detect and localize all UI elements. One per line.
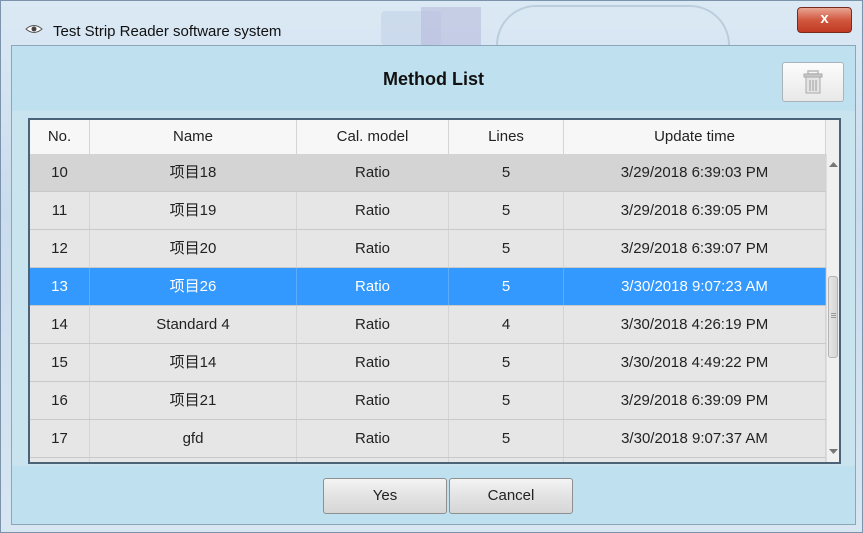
title-bar-background-decoration — [496, 5, 730, 47]
table-cell — [297, 458, 449, 462]
scroll-down-arrow-icon[interactable] — [829, 448, 838, 454]
grip-icon — [831, 313, 836, 314]
column-header-update-time[interactable]: Update time — [564, 120, 826, 154]
cell-no: 15 — [30, 344, 90, 381]
cell-cal-model: Ratio — [297, 268, 449, 305]
cell-no: 14 — [30, 306, 90, 343]
dialog-header: Method List — [12, 46, 855, 111]
cell-cal-model: Ratio — [297, 420, 449, 457]
dialog-title: Method List — [383, 69, 484, 89]
cell-cal-model: Ratio — [297, 230, 449, 267]
cell-update-time: 3/30/2018 4:26:19 PM — [564, 306, 826, 343]
cell-update-time: 3/29/2018 6:39:07 PM — [564, 230, 826, 267]
table-cell — [564, 458, 826, 462]
table-row[interactable]: 12 项目20 Ratio 5 3/29/2018 6:39:07 PM — [30, 230, 826, 268]
table-cell — [30, 458, 90, 462]
trash-icon — [803, 70, 823, 94]
cell-name: 项目18 — [90, 154, 297, 191]
scroll-up-arrow-icon[interactable] — [829, 162, 838, 168]
table-row[interactable] — [30, 458, 826, 462]
column-header-name[interactable]: Name — [90, 120, 297, 154]
cancel-button[interactable]: Cancel — [449, 478, 573, 514]
cell-no: 11 — [30, 192, 90, 229]
cell-name: 项目21 — [90, 382, 297, 419]
cell-cal-model: Ratio — [297, 382, 449, 419]
table-row[interactable]: 14 Standard 4 Ratio 4 3/30/2018 4:26:19 PM — [30, 306, 826, 344]
cell-lines: 4 — [449, 306, 564, 343]
table-cell — [449, 458, 564, 462]
yes-button[interactable]: Yes — [323, 478, 447, 514]
table-row[interactable]: 16 项目21 Ratio 5 3/29/2018 6:39:09 PM — [30, 382, 826, 420]
cell-lines: 5 — [449, 382, 564, 419]
column-header-cal-model[interactable]: Cal. model — [297, 120, 449, 154]
cell-no: 10 — [30, 154, 90, 191]
cell-cal-model: Ratio — [297, 344, 449, 381]
cell-update-time: 3/30/2018 9:07:23 AM — [564, 268, 826, 305]
cell-cal-model: Ratio — [297, 306, 449, 343]
scrollbar-thumb[interactable] — [828, 276, 838, 358]
cell-lines: 5 — [449, 230, 564, 267]
cell-name: gfd — [90, 420, 297, 457]
cell-name: 项目19 — [90, 192, 297, 229]
close-button[interactable]: x — [797, 7, 852, 33]
table-row[interactable]: 11 项目19 Ratio 5 3/29/2018 6:39:05 PM — [30, 192, 826, 230]
table-cell — [90, 458, 297, 462]
column-header-lines[interactable]: Lines — [449, 120, 564, 154]
vertical-scrollbar[interactable] — [826, 154, 839, 462]
method-table: No. Name Cal. model Lines Update time 10… — [28, 118, 841, 464]
cell-lines: 5 — [449, 420, 564, 457]
cell-name: 项目14 — [90, 344, 297, 381]
delete-button[interactable] — [782, 62, 844, 102]
cell-update-time: 3/29/2018 6:39:05 PM — [564, 192, 826, 229]
window-title: Test Strip Reader software system — [53, 23, 282, 40]
cell-no: 16 — [30, 382, 90, 419]
method-list-dialog: Method List No. Name Cal. model Lines Up… — [11, 45, 856, 525]
cell-no: 13 — [30, 268, 90, 305]
cell-update-time: 3/29/2018 6:39:03 PM — [564, 154, 826, 191]
cell-cal-model: Ratio — [297, 154, 449, 191]
column-header-no[interactable]: No. — [30, 120, 90, 154]
table-header: No. Name Cal. model Lines Update time — [30, 120, 826, 155]
cell-lines: 5 — [449, 344, 564, 381]
cell-update-time: 3/29/2018 6:39:09 PM — [564, 382, 826, 419]
table-row[interactable]: 10 项目18 Ratio 5 3/29/2018 6:39:03 PM — [30, 154, 826, 192]
table-row[interactable]: 17 gfd Ratio 5 3/30/2018 9:07:37 AM — [30, 420, 826, 458]
table-row[interactable]: 13 项目26 Ratio 5 3/30/2018 9:07:23 AM — [30, 268, 826, 306]
cell-name: 项目26 — [90, 268, 297, 305]
app-window: Test Strip Reader software system x Meth… — [0, 0, 863, 533]
table-row[interactable]: 15 项目14 Ratio 5 3/30/2018 4:49:22 PM — [30, 344, 826, 382]
cell-lines: 5 — [449, 268, 564, 305]
close-icon: x — [820, 10, 829, 27]
eye-app-icon — [25, 22, 43, 34]
cell-no: 12 — [30, 230, 90, 267]
cell-name: 项目20 — [90, 230, 297, 267]
cell-lines: 5 — [449, 192, 564, 229]
cell-lines: 5 — [449, 154, 564, 191]
cell-update-time: 3/30/2018 4:49:22 PM — [564, 344, 826, 381]
title-bar[interactable]: Test Strip Reader software system x — [1, 1, 862, 47]
cell-update-time: 3/30/2018 9:07:37 AM — [564, 420, 826, 457]
title-bar-background-decoration — [421, 7, 481, 47]
dialog-footer: Yes Cancel — [12, 466, 855, 524]
cell-no: 17 — [30, 420, 90, 457]
cell-cal-model: Ratio — [297, 192, 449, 229]
cell-name: Standard 4 — [90, 306, 297, 343]
